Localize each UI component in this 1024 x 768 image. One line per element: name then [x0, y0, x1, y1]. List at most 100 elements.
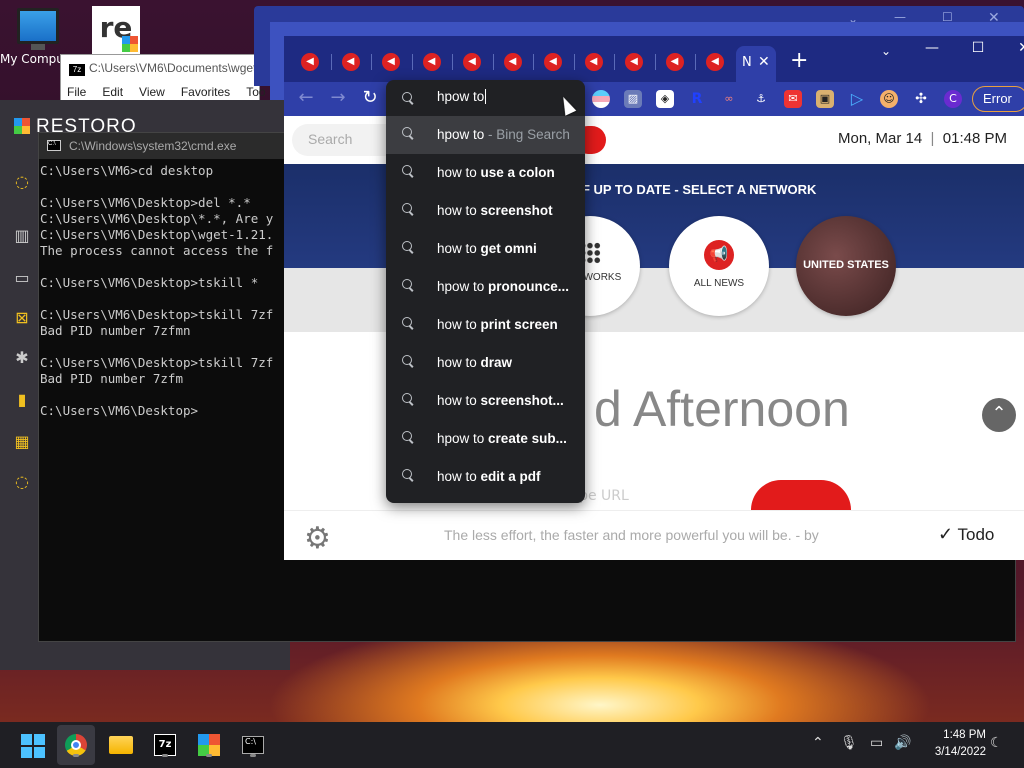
cmd-line: C:\Users\VM6\Desktop> — [40, 403, 199, 418]
sevenzip-taskbar-icon[interactable]: 7z — [150, 730, 180, 760]
omnibox-suggestion[interactable]: how to get omni — [386, 230, 585, 268]
tab-inactive[interactable]: ◀ — [454, 50, 490, 74]
file-explorer-icon[interactable] — [106, 730, 136, 760]
tab-inactive[interactable]: ◀ — [697, 50, 733, 74]
terminal-icon[interactable]: C:\ — [238, 730, 268, 760]
taskbar-clock[interactable]: 1:48 PM 3/14/2022 — [920, 727, 986, 761]
extension-link-icon[interactable]: ∞ — [720, 90, 738, 108]
banner-text: LF UP TO DATE - SELECT A NETWORK — [574, 182, 817, 197]
suggestion-prefix: hpow to — [437, 431, 489, 446]
text-caret — [485, 89, 487, 104]
registry-icon[interactable]: ▦ — [10, 430, 34, 454]
microphone-icon[interactable]: 🎙 — [840, 735, 858, 751]
omnibox-suggestion[interactable]: hpow to create sub... — [386, 420, 585, 458]
all-news-label: ALL NEWS — [693, 278, 745, 289]
error-button[interactable]: Error — [972, 86, 1024, 112]
suggestion-text: how to draw — [437, 355, 582, 370]
tab-inactive[interactable]: ◀ — [535, 50, 571, 74]
search-icon — [402, 241, 414, 253]
omnibox-dropdown[interactable]: hpow to hpow to - Bing Search how to use … — [386, 80, 585, 503]
network-icon[interactable]: ▭ — [870, 735, 883, 751]
chrome-icon[interactable] — [61, 730, 91, 760]
restoro-app-icon: re — [92, 6, 140, 54]
suggestion-completion: create sub... — [488, 431, 567, 446]
extension-puzzle-green-icon[interactable]: ◈ — [656, 90, 674, 108]
cmd-line — [40, 259, 289, 275]
extension-stamp-icon[interactable]: ⚓ — [752, 90, 770, 108]
tab-inactive[interactable]: ◀ — [414, 50, 450, 74]
tab-inactive[interactable]: ◀ — [616, 50, 652, 74]
minimize-button[interactable]: — — [912, 40, 952, 56]
night-mode-icon[interactable]: ☾ — [990, 735, 1003, 751]
tab-inactive[interactable]: ◀ — [495, 50, 531, 74]
megaphone-favicon-icon: ◀ — [503, 53, 522, 71]
tab-inactive[interactable]: ◀ — [333, 50, 369, 74]
suggestion-prefix: how to — [437, 393, 481, 408]
close-button[interactable]: ✕ — [1004, 40, 1024, 56]
omnibox-suggestion[interactable]: how to draw — [386, 344, 585, 382]
extension-image-icon[interactable]: ▨ — [624, 90, 642, 108]
extension-face-icon[interactable]: ☺ — [880, 90, 898, 108]
tab-active-label: N — [742, 55, 752, 70]
gear-icon[interactable]: ⚙ — [304, 521, 331, 556]
desktop-icon-restoro[interactable]: re — [92, 6, 142, 54]
start-icon[interactable] — [18, 730, 48, 760]
search-icon — [402, 317, 414, 329]
maximize-button[interactable]: ☐ — [958, 40, 998, 56]
search-icon — [402, 469, 414, 481]
united-states-circle[interactable]: UNITED STATES — [796, 216, 896, 316]
omnibox-suggestion[interactable]: hpow to pronounce... — [386, 268, 585, 306]
tab-inactive[interactable]: ◀ — [576, 50, 612, 74]
reload-icon[interactable]: ↻ — [356, 87, 384, 108]
bug-icon[interactable]: ✱ — [10, 346, 34, 370]
chevron-up-icon[interactable]: ⌃ — [812, 735, 824, 751]
volume-icon[interactable]: 🔊 — [894, 735, 911, 751]
omnibox-suggestion[interactable]: how to screenshot — [386, 192, 585, 230]
tab-inactive[interactable]: ◀ — [373, 50, 409, 74]
extension-play-icon[interactable]: ▷ — [848, 90, 866, 108]
omnibox-suggestion[interactable]: how to screenshot... — [386, 382, 585, 420]
scroll-up-button[interactable]: ⌃ — [982, 398, 1016, 432]
cmd-output[interactable]: C:\Users\VM6>cd desktop C:\Users\VM6\Desk… — [39, 159, 289, 419]
tab-separator — [492, 54, 494, 70]
monitor-list-icon[interactable]: ▭ — [10, 266, 34, 290]
todo-button[interactable]: ✓ Todo — [938, 524, 994, 545]
menu-view[interactable]: View — [139, 85, 165, 99]
menu-favorites[interactable]: Favorites — [181, 85, 230, 99]
extensions-puzzle-icon[interactable]: ✣ — [912, 90, 930, 108]
omnibox-suggestion[interactable]: how to print screen — [386, 306, 585, 344]
menu-file[interactable]: File — [67, 85, 86, 99]
omnibox-suggestion[interactable]: hpow to - Bing Search — [386, 116, 585, 154]
screen-off-icon[interactable]: ⊠ — [10, 306, 34, 330]
trash-icon[interactable]: ▮ — [10, 388, 34, 412]
omnibox-suggestion[interactable]: how to edit a pdf — [386, 458, 585, 496]
suggestion-completion: print screen — [480, 317, 558, 332]
scan-icon[interactable]: ◌ — [10, 170, 34, 194]
tab-inactive[interactable]: ◀ — [657, 50, 693, 74]
profile-avatar[interactable]: C — [944, 90, 962, 108]
cmd-line — [40, 179, 289, 195]
menu-edit[interactable]: Edit — [102, 85, 123, 99]
tab-inactive[interactable]: ◀ — [292, 50, 328, 74]
omnibox-suggestion[interactable]: how to use a colon — [386, 154, 585, 192]
chart-icon[interactable]: ▥ — [10, 224, 34, 248]
tab-close-icon[interactable]: ✕ — [758, 54, 770, 70]
extension-box-icon[interactable]: ▣ — [816, 90, 834, 108]
all-news-circle[interactable]: 📢 ALL NEWS — [669, 216, 769, 316]
new-tab-button[interactable]: + — [790, 48, 808, 73]
extension-r-icon[interactable]: R — [688, 90, 706, 108]
check-circle-icon: ✓ — [938, 524, 954, 544]
extension-flag-icon[interactable] — [592, 90, 610, 108]
monitor-icon — [17, 8, 59, 44]
menu-tools[interactable]: Too — [246, 85, 265, 99]
tab-search-icon[interactable]: ⌄ — [866, 44, 906, 58]
omnibox-input[interactable]: hpow to — [386, 80, 585, 116]
cmd-title: C:\Windows\system32\cmd.exe — [69, 139, 237, 153]
restoro-taskbar-icon[interactable] — [194, 730, 224, 760]
back-icon[interactable]: ← — [292, 87, 320, 108]
tab-active[interactable]: N ✕ — [736, 46, 776, 82]
date-text: Mon, Mar 14 — [838, 130, 923, 147]
loading-icon[interactable]: ◌ — [10, 470, 34, 494]
forward-icon[interactable]: → — [324, 87, 352, 108]
extension-mail-icon[interactable]: ✉ — [784, 90, 802, 108]
